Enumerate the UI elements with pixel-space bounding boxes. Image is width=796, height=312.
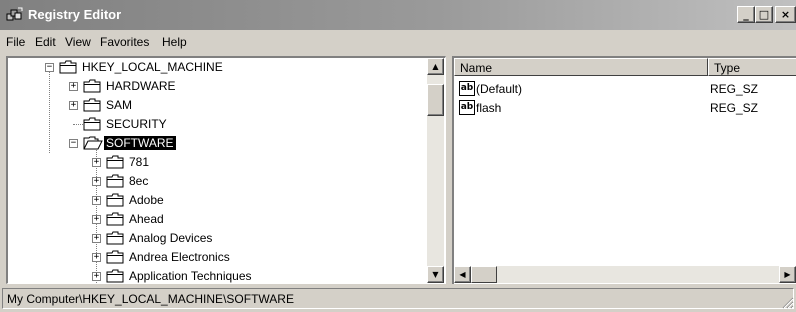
registry-editor-icon: [6, 7, 24, 23]
ab-string-icon: ab: [459, 81, 475, 96]
menu-help[interactable]: Help: [162, 35, 187, 49]
ab-string-icon: ab: [459, 100, 475, 115]
expand-icon[interactable]: +: [92, 215, 101, 224]
folder-icon: [83, 79, 101, 93]
status-path: My Computer\HKEY_LOCAL_MACHINE\SOFTWARE: [2, 288, 794, 309]
folder-icon: [106, 269, 124, 283]
registry-tree[interactable]: − HKEY_LOCAL_MACHINE + HARDWARE + SAM SE…: [6, 56, 446, 284]
scroll-right-button[interactable]: ▶: [779, 266, 796, 283]
tree-item-ahead[interactable]: + Ahead: [8, 210, 426, 229]
tree-item-label: HARDWARE: [106, 79, 176, 93]
expand-icon[interactable]: +: [69, 101, 78, 110]
collapse-icon[interactable]: −: [69, 139, 78, 148]
value-name: flash: [476, 101, 502, 115]
title-bar[interactable]: Registry Editor _ □ ×: [0, 0, 796, 30]
menu-view[interactable]: View: [65, 35, 91, 49]
tree-item-label: HKEY_LOCAL_MACHINE: [82, 60, 223, 74]
window-title: Registry Editor: [28, 7, 122, 22]
tree-item-hardware[interactable]: + HARDWARE: [8, 77, 426, 96]
tree-item-label: Ahead: [129, 212, 164, 226]
folder-icon: [83, 98, 101, 112]
expand-icon[interactable]: +: [69, 82, 78, 91]
column-header-name[interactable]: Name: [454, 58, 708, 76]
close-button[interactable]: ×: [775, 6, 796, 23]
status-bar: My Computer\HKEY_LOCAL_MACHINE\SOFTWARE: [0, 286, 796, 311]
tree-item-label: Andrea Electronics: [129, 250, 230, 264]
value-name: (Default): [476, 82, 523, 96]
expand-icon[interactable]: +: [92, 234, 101, 243]
value-type: REG_SZ: [710, 82, 759, 96]
tree-item-label: Application Techniques: [129, 269, 252, 283]
resize-grip-icon[interactable]: [780, 295, 794, 309]
tree-vertical-scrollbar[interactable]: ▲ ▼: [427, 58, 444, 283]
value-row-flash[interactable]: ab flash REG_SZ: [454, 99, 796, 118]
tree-item-label-selected: SOFTWARE: [104, 136, 176, 150]
folder-icon: [59, 60, 77, 74]
tree-item-781[interactable]: + 781: [8, 153, 426, 172]
menu-edit[interactable]: Edit: [35, 35, 56, 49]
tree-item-hkey-local-machine[interactable]: − HKEY_LOCAL_MACHINE: [8, 58, 426, 77]
list-horizontal-scrollbar[interactable]: ◀ ▶: [454, 266, 796, 283]
scroll-down-button[interactable]: ▼: [427, 266, 444, 283]
value-row-default[interactable]: ab (Default) REG_SZ: [454, 80, 796, 99]
tree-item-sam[interactable]: + SAM: [8, 96, 426, 115]
menu-bar: File Edit View Favorites Help: [0, 30, 796, 54]
expand-icon[interactable]: +: [92, 272, 101, 281]
expand-icon[interactable]: +: [92, 196, 101, 205]
folder-icon: [83, 117, 101, 131]
menu-favorites[interactable]: Favorites: [100, 35, 149, 49]
expand-icon[interactable]: +: [92, 177, 101, 186]
folder-icon: [106, 231, 124, 245]
folder-icon: [106, 155, 124, 169]
folder-icon: [106, 212, 124, 226]
tree-item-adobe[interactable]: + Adobe: [8, 191, 426, 210]
folder-icon: [106, 193, 124, 207]
registry-values-list[interactable]: Name Type ab (Default) REG_SZ ab flash R…: [452, 56, 796, 284]
expand-icon[interactable]: +: [92, 158, 101, 167]
scroll-thumb[interactable]: [471, 266, 497, 283]
tree-item-8ec[interactable]: + 8ec: [8, 172, 426, 191]
tree-item-label: 8ec: [129, 174, 149, 188]
scroll-up-button[interactable]: ▲: [427, 58, 444, 75]
tree-item-label: Adobe: [129, 193, 164, 207]
tree-item-label: 781: [129, 155, 150, 169]
tree-item-security[interactable]: SECURITY: [8, 115, 426, 134]
tree-guide-line: [73, 124, 83, 125]
tree-item-andrea-electronics[interactable]: + Andrea Electronics: [8, 248, 426, 267]
maximize-button[interactable]: □: [755, 6, 773, 23]
value-type: REG_SZ: [710, 101, 759, 115]
minimize-button[interactable]: _: [737, 6, 755, 23]
tree-item-label: Analog Devices: [129, 231, 213, 245]
expand-icon[interactable]: +: [92, 253, 101, 262]
scroll-thumb[interactable]: [427, 84, 444, 116]
folder-icon: [106, 250, 124, 264]
tree-item-software[interactable]: − SOFTWARE: [8, 134, 426, 153]
folder-icon: [106, 174, 124, 188]
tree-item-label: SECURITY: [106, 117, 167, 131]
scroll-left-button[interactable]: ◀: [454, 266, 471, 283]
tree-item-application-techniques[interactable]: + Application Techniques: [8, 267, 426, 283]
open-folder-icon: [83, 136, 103, 150]
menu-file[interactable]: File: [6, 35, 25, 49]
tree-item-label: SAM: [106, 98, 133, 112]
tree-item-analog-devices[interactable]: + Analog Devices: [8, 229, 426, 248]
collapse-icon[interactable]: −: [45, 63, 54, 72]
column-header-type[interactable]: Type: [708, 58, 796, 76]
